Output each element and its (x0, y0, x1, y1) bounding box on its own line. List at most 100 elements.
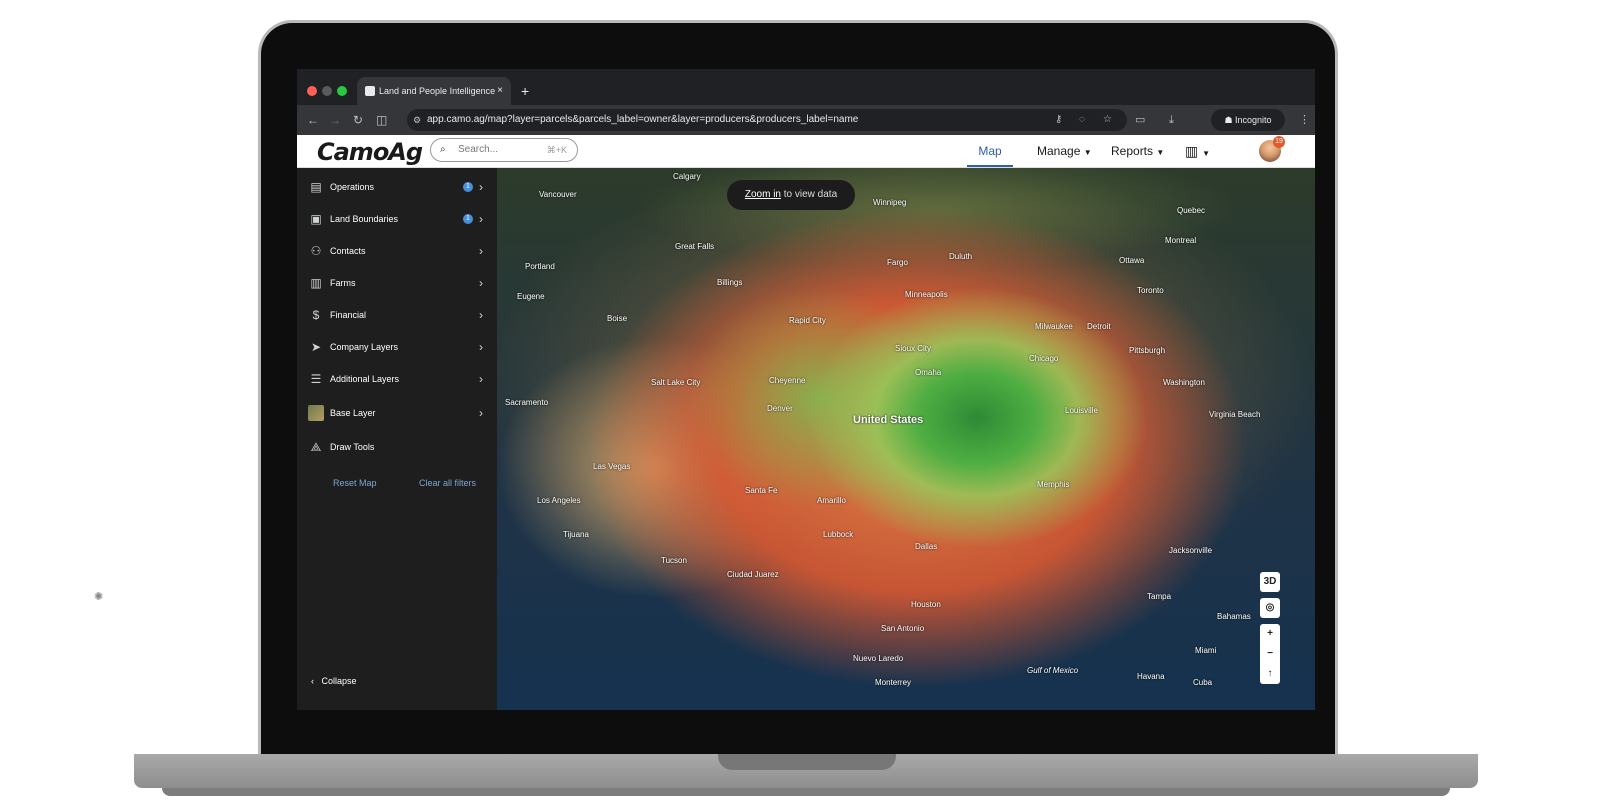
laptop-base-shadow (162, 788, 1450, 796)
map-label: Portland (525, 262, 555, 271)
document-dollar-icon: $ (312, 308, 320, 322)
forward-icon[interactable]: → (329, 105, 341, 135)
maximize-window-icon[interactable] (337, 86, 347, 96)
count-badge: 1 (463, 214, 473, 224)
map-label: Memphis (1037, 480, 1070, 489)
new-tab-button[interactable]: + (521, 77, 529, 105)
nav-map[interactable]: Map (967, 135, 1013, 167)
incognito-label: Incognito (1235, 115, 1272, 125)
map-label: Denver (767, 404, 793, 413)
map-label: Great Falls (675, 242, 715, 251)
sidebar-item-land-boundaries[interactable]: ▣ Land Boundaries 1 › (297, 204, 497, 234)
collapse-button[interactable]: ‹ Collapse (311, 676, 357, 686)
search-placeholder: Search... (458, 144, 499, 155)
sidebar-item-financial[interactable]: $ Financial › (297, 300, 497, 330)
sidebar-item-company-layers[interactable]: ➤ Company Layers › (297, 332, 497, 362)
locate-icon[interactable]: ◎ (1260, 598, 1280, 618)
map-label: Winnipeg (873, 198, 907, 207)
map-label: Eugene (517, 292, 545, 301)
notification-badge: 19 (1273, 136, 1285, 148)
compass-icon[interactable]: ↑ (1260, 664, 1280, 684)
nav-reports-label: Reports (1111, 144, 1154, 158)
tab-close-icon[interactable]: × (497, 77, 503, 105)
map-label: Quebec (1177, 206, 1206, 215)
building-icon: ▤ (310, 180, 322, 194)
eye-off-icon[interactable]: ◌ (1079, 109, 1085, 131)
map-label: Pittsburgh (1129, 346, 1166, 355)
sidebar-item-farms[interactable]: ▥ Farms › (297, 268, 497, 298)
cast-icon[interactable]: ▭ (1135, 105, 1145, 135)
map-label: Jacksonville (1169, 546, 1213, 555)
incognito-badge[interactable]: ☗ Incognito (1211, 109, 1285, 131)
map-label: Miami (1195, 646, 1217, 655)
map-label: Milwaukee (1035, 322, 1073, 331)
reload-icon[interactable]: ↻ (353, 105, 363, 135)
sidebar-item-label: Land Boundaries (330, 214, 399, 224)
site-info-icon[interactable]: ⚙ (413, 109, 421, 131)
3d-toggle-button[interactable]: 3D (1260, 572, 1280, 592)
map-label: Montreal (1165, 236, 1197, 245)
sidebar-item-label: Company Layers (330, 342, 399, 352)
sidebar-item-label: Base Layer (330, 408, 376, 418)
url-field[interactable]: ⚙ app.camo.ag/map?layer=parcels&parcels_… (407, 109, 1127, 131)
sidebar-item-additional-layers[interactable]: ☰ Additional Layers › (297, 364, 497, 394)
screen: Land and People Intelligence × + ← → ↻ ◫… (297, 69, 1315, 710)
minimize-window-icon[interactable] (322, 86, 332, 96)
map-label: Los Angeles (537, 496, 581, 505)
map-label: Sacramento (505, 398, 549, 407)
collapse-label: Collapse (321, 676, 357, 686)
zoom-out-button[interactable]: − (1260, 644, 1280, 664)
browser-address-bar: ← → ↻ ◫ ⚙ app.camo.ag/map?layer=parcels&… (297, 105, 1315, 135)
organization-switcher[interactable]: ▥ ▼ (1185, 135, 1210, 170)
map-label: Houston (911, 600, 941, 609)
zoom-in-link[interactable]: Zoom in (745, 189, 781, 200)
map-label: Boise (607, 314, 628, 323)
reset-map-link[interactable]: Reset Map (333, 478, 377, 488)
chevron-right-icon: › (479, 340, 483, 354)
zoom-in-button[interactable]: + (1260, 624, 1280, 644)
nav-manage[interactable]: Manage ▼ (1037, 135, 1092, 169)
key-icon[interactable]: ⚷ (1055, 109, 1062, 131)
chevron-right-icon: › (479, 212, 483, 226)
map-label: Cheyenne (769, 376, 806, 385)
zoom-hint-text: to view data (783, 189, 838, 200)
back-icon[interactable]: ← (307, 105, 319, 135)
sidebar-item-base-layer[interactable]: Base Layer › (297, 398, 497, 428)
bookmark-star-icon[interactable]: ☆ (1103, 109, 1112, 131)
sidebar-item-contacts[interactable]: ⚇ Contacts › (297, 236, 497, 266)
search-input[interactable]: ⌕ Search... ⌘+K (430, 138, 578, 162)
close-window-icon[interactable] (307, 86, 317, 96)
zoom-hint: Zoom in to view data (727, 180, 855, 210)
chevron-right-icon: › (479, 244, 483, 258)
nav-reports[interactable]: Reports ▼ (1111, 135, 1164, 169)
map-label: Bahamas (1217, 612, 1251, 621)
browser-tab[interactable]: Land and People Intelligence × (357, 77, 511, 105)
map-label: Cuba (1193, 678, 1213, 687)
map-label: Fargo (887, 258, 908, 267)
map-label: Salt Lake City (651, 378, 701, 387)
clear-filters-link[interactable]: Clear all filters (419, 478, 476, 488)
search-icon: ⌕ (440, 144, 446, 155)
map-label: Vancouver (539, 190, 577, 199)
map-label: Nuevo Laredo (853, 654, 904, 663)
map-label: Lubbock (823, 530, 854, 539)
map-label: Amarillo (817, 496, 846, 505)
search-shortcut: ⌘+K (546, 145, 567, 155)
chevron-left-icon: ‹ (311, 676, 314, 686)
send-icon: ➤ (310, 340, 322, 354)
chevron-down-icon: ▼ (1083, 148, 1092, 157)
boundary-icon: ▣ (310, 212, 322, 226)
map-label: Duluth (949, 252, 973, 261)
chevron-right-icon: › (479, 180, 483, 194)
nav-manage-label: Manage (1037, 144, 1081, 158)
split-view-icon[interactable]: ◫ (376, 105, 387, 135)
camoag-logo[interactable]: CamoAg (317, 138, 423, 166)
download-icon[interactable]: ⤓ (1169, 105, 1174, 135)
browser-menu-icon[interactable]: ⋮ (1299, 105, 1310, 135)
sidebar-item-draw-tools[interactable]: ⟁ Draw Tools (297, 432, 497, 462)
url-text: app.camo.ag/map?layer=parcels&parcels_la… (427, 114, 859, 125)
chevron-right-icon: › (479, 308, 483, 322)
app-header: CamoAg ⌕ Search... ⌘+K Map Manage ▼ Repo… (297, 135, 1315, 168)
sidebar-item-operations[interactable]: ▤ Operations 1 › (297, 172, 497, 202)
map-label: Gulf of Mexico (1027, 666, 1079, 675)
